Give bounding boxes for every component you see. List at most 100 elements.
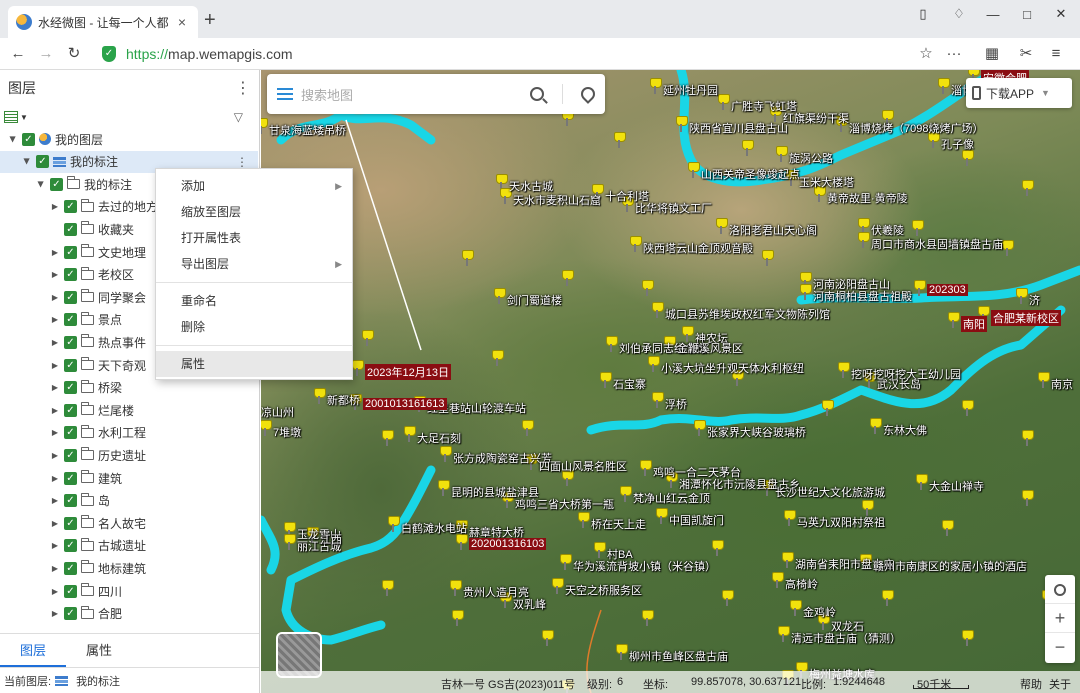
bookmark-star-icon[interactable]: ☆ bbox=[914, 42, 938, 66]
layer-visibility-checkbox[interactable]: ✓ bbox=[64, 494, 77, 508]
location-pin-icon[interactable] bbox=[578, 84, 598, 104]
close-tab-icon[interactable]: × bbox=[174, 14, 190, 30]
placemark-label[interactable]: 双乳峰 bbox=[513, 596, 546, 612]
placemark-label[interactable]: 桥在天上走 bbox=[591, 516, 646, 532]
layer-visibility-checkbox[interactable]: ✓ bbox=[64, 290, 77, 304]
placemark-pin-icon[interactable] bbox=[559, 554, 572, 570]
layer-tree-item[interactable]: ▶ ✓ 古城遗址 bbox=[0, 535, 258, 557]
placemark-pin-icon[interactable] bbox=[605, 336, 618, 352]
placemark-pin-icon[interactable] bbox=[551, 578, 564, 594]
placemark-pin-icon[interactable] bbox=[717, 94, 730, 110]
placemark-pin-icon[interactable] bbox=[789, 600, 802, 616]
placemark-pin-icon[interactable] bbox=[403, 426, 416, 442]
placemark-label[interactable]: 鸡鸣三省大桥第一瓶 bbox=[515, 496, 614, 512]
placemark-pin-icon[interactable] bbox=[439, 446, 452, 462]
locate-button[interactable] bbox=[1045, 575, 1075, 604]
layer-visibility-checkbox[interactable]: ✓ bbox=[22, 132, 35, 146]
placemark-pin-icon[interactable] bbox=[687, 162, 700, 178]
layer-visibility-checkbox[interactable]: ✓ bbox=[64, 471, 77, 485]
placemark-label[interactable]: 洛阳老君山天心阁 bbox=[729, 222, 817, 238]
layer-visibility-checkbox[interactable]: ✓ bbox=[64, 358, 77, 372]
new-tab-icon[interactable]: + bbox=[204, 10, 216, 30]
address-bar[interactable]: ✓ https://map.wemapgis.com bbox=[94, 42, 970, 66]
map-search-box[interactable]: 搜索地图 bbox=[267, 74, 605, 114]
placemark-pin-icon[interactable] bbox=[655, 508, 668, 524]
layer-visibility-checkbox[interactable]: ✓ bbox=[36, 155, 49, 169]
search-icon[interactable] bbox=[530, 87, 544, 101]
placemark-label[interactable]: 张家界大峡谷玻璃桥 bbox=[707, 424, 806, 440]
placemark-label[interactable]: 孔子像 bbox=[941, 136, 974, 152]
layer-tree-item[interactable]: ▶ ✓ 地标建筑 bbox=[0, 557, 258, 579]
placemark-label[interactable]: 天空之桥服务区 bbox=[565, 582, 642, 598]
collapse-arrow-icon[interactable]: ▶ bbox=[50, 451, 60, 460]
placemark-pin-icon[interactable] bbox=[641, 610, 654, 626]
placemark-pin-icon[interactable] bbox=[381, 430, 394, 446]
layer-tree-item[interactable]: ▶ ✓ 建筑 bbox=[0, 467, 258, 489]
placemark-pin-icon[interactable] bbox=[561, 270, 574, 286]
tab-layers[interactable]: 图层 bbox=[0, 634, 66, 667]
collapse-arrow-icon[interactable]: ▶ bbox=[50, 406, 60, 415]
placemark-pin-icon[interactable] bbox=[493, 288, 506, 304]
apps-grid-icon[interactable]: ▦ bbox=[980, 42, 1004, 66]
placemark-pin-icon[interactable] bbox=[629, 236, 642, 252]
placemark-label[interactable]: 淄博烧烤（7098烧烤广场） bbox=[849, 120, 983, 136]
placemark-label[interactable]: 河南桐柏县盘古祖殿 bbox=[813, 288, 912, 304]
placemark-pin-icon[interactable] bbox=[947, 312, 960, 328]
placemark-pin-icon[interactable] bbox=[961, 150, 974, 166]
placemark-pin-icon[interactable] bbox=[651, 302, 664, 318]
collapse-arrow-icon[interactable]: ▶ bbox=[50, 315, 60, 324]
placemark-pin-icon[interactable] bbox=[647, 356, 660, 372]
context-menu-item[interactable]: 导出图层 ▶ bbox=[156, 251, 352, 277]
placemark-pin-icon[interactable] bbox=[781, 552, 794, 568]
placemark-label[interactable]: 华为溪流背坡小镇（米谷镇） bbox=[573, 558, 716, 574]
layer-tree-item[interactable]: ▶ ✓ 我的图层 bbox=[0, 128, 258, 150]
placemark-pin-icon[interactable] bbox=[613, 132, 626, 148]
context-menu-item[interactable]: 添加 ▶ bbox=[156, 173, 352, 199]
placemark-pin-icon[interactable] bbox=[721, 590, 734, 606]
placemark-label[interactable]: 马英九双阳村祭祖 bbox=[797, 514, 885, 530]
help-link[interactable]: 帮助 bbox=[1020, 676, 1042, 692]
placemark-pin-icon[interactable] bbox=[915, 474, 928, 490]
layer-visibility-checkbox[interactable]: ✓ bbox=[64, 516, 77, 530]
placemark-pin-icon[interactable] bbox=[869, 418, 882, 434]
layer-tree-item[interactable]: ▶ ✓ 四川 bbox=[0, 580, 258, 602]
about-link[interactable]: 关于 bbox=[1049, 676, 1071, 692]
placemark-pin-icon[interactable] bbox=[741, 140, 754, 156]
placemark-label[interactable]: 柳州市鱼峰区盘古庙 bbox=[629, 648, 728, 664]
collapse-arrow-icon[interactable]: ▶ bbox=[50, 519, 60, 528]
layer-tree-item[interactable]: ▶ ✓ 合肥 bbox=[0, 603, 258, 625]
placemark-label[interactable]: 陕西省宜川县盘古山 bbox=[689, 120, 788, 136]
placemark-label[interactable]: 黄帝故里·黄帝陵 bbox=[827, 190, 908, 206]
placemark-pin-icon[interactable] bbox=[521, 420, 534, 436]
layer-visibility-checkbox[interactable]: ✓ bbox=[50, 177, 63, 191]
placemark-pin-icon[interactable] bbox=[913, 280, 926, 296]
placemark-pin-icon[interactable] bbox=[491, 350, 504, 366]
placemark-label[interactable]: 南京 bbox=[1051, 376, 1073, 392]
placemark-pin-icon[interactable] bbox=[1015, 288, 1028, 304]
context-menu-item[interactable]: 重命名 bbox=[156, 288, 352, 314]
placemark-pin-icon[interactable] bbox=[451, 610, 464, 626]
placemark-label[interactable]: 周口市商水县固墙镇盘古庙 bbox=[871, 236, 1003, 252]
placemark-label[interactable]: 高椅岭 bbox=[785, 576, 818, 592]
placemark-label[interactable]: 白鹤滩水电站 bbox=[401, 520, 467, 536]
placemark-pin-icon[interactable] bbox=[361, 330, 374, 346]
placemark-label[interactable]: 东林大佛 bbox=[883, 422, 927, 438]
placemark-pin-icon[interactable] bbox=[821, 400, 834, 416]
layer-tree-item[interactable]: ▶ ✓ 岛 bbox=[0, 490, 258, 512]
panel-more-icon[interactable]: ⋮ bbox=[235, 78, 251, 98]
placemark-pin-icon[interactable] bbox=[961, 630, 974, 646]
collapse-arrow-icon[interactable]: ▶ bbox=[50, 496, 60, 505]
menu-icon[interactable] bbox=[277, 88, 293, 100]
layer-tree-item[interactable]: ▶ ✓ 历史遗址 bbox=[0, 444, 258, 466]
placemark-label[interactable]: 梵净山红云金顶 bbox=[633, 490, 710, 506]
back-icon[interactable]: ← bbox=[6, 42, 30, 66]
placemark-pin-icon[interactable] bbox=[711, 540, 724, 556]
more-dots-icon[interactable]: ··· bbox=[942, 42, 966, 66]
layer-visibility-checkbox[interactable]: ✓ bbox=[64, 268, 77, 282]
layer-visibility-checkbox[interactable]: ✓ bbox=[64, 313, 77, 327]
placemark-pin-icon[interactable] bbox=[1021, 430, 1034, 446]
placemark-pin-icon[interactable] bbox=[937, 78, 950, 94]
collapse-arrow-icon[interactable]: ▶ bbox=[50, 609, 60, 618]
tab-properties[interactable]: 属性 bbox=[66, 634, 132, 667]
placemark-pin-icon[interactable] bbox=[619, 486, 632, 502]
